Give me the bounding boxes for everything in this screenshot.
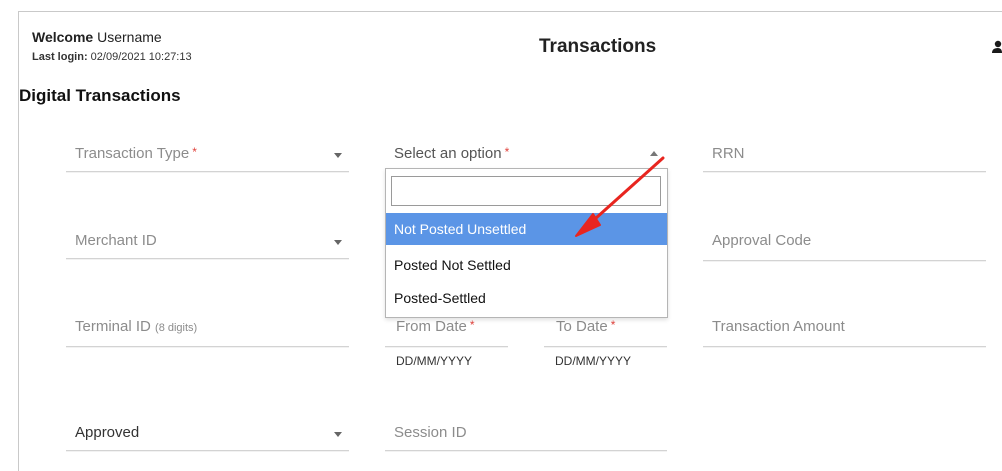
chevron-down-icon	[334, 432, 342, 437]
user-icon[interactable]	[992, 40, 1002, 59]
transaction-type-label: Transaction Type *	[75, 145, 197, 162]
page-title: Transactions	[539, 36, 657, 57]
red-arrow-annotation	[575, 156, 665, 237]
last-login-label: Last login:	[32, 51, 88, 63]
welcome-label: Welcome	[32, 29, 94, 45]
status-select-placeholder: Select an option *	[394, 145, 510, 162]
page-frame-top-border	[18, 11, 1002, 12]
last-login-value: 02/09/2021 10:27:13	[90, 51, 192, 63]
rrn-field[interactable]: RRN	[703, 139, 986, 172]
rrn-label: RRN	[712, 145, 745, 162]
dropdown-option[interactable]: Posted Not Settled	[386, 249, 667, 281]
merchant-id-select[interactable]: Merchant ID	[66, 226, 349, 259]
transaction-amount-label: Transaction Amount	[712, 318, 845, 335]
welcome-text: Welcome Username	[32, 29, 162, 45]
chevron-down-icon	[334, 240, 342, 245]
transaction-type-select[interactable]: Transaction Type *	[66, 139, 349, 172]
from-date-format-hint: DD/MM/YYYY	[396, 354, 473, 368]
merchant-id-label: Merchant ID	[75, 232, 157, 249]
to-date-format-hint: DD/MM/YYYY	[555, 354, 632, 368]
page-frame-left-border	[18, 11, 19, 471]
terminal-id-field[interactable]: Terminal ID (8 digits)	[66, 312, 349, 347]
transaction-amount-field[interactable]: Transaction Amount	[703, 312, 986, 347]
approval-code-label: Approval Code	[712, 232, 812, 249]
session-id-label: Session ID	[394, 424, 467, 441]
approval-code-field[interactable]: Approval Code	[703, 226, 986, 261]
session-id-field[interactable]: Session ID	[385, 418, 667, 451]
from-date-label: From Date *	[396, 318, 475, 335]
section-title: Digital Transactions	[19, 86, 181, 105]
chevron-down-icon	[334, 153, 342, 158]
approval-status-select[interactable]: Approved	[66, 418, 349, 451]
dropdown-option[interactable]: Posted-Settled	[386, 282, 667, 314]
to-date-label: To Date *	[556, 318, 616, 335]
username: Username	[97, 29, 162, 45]
terminal-id-label: Terminal ID (8 digits)	[75, 318, 198, 335]
approval-status-value: Approved	[75, 424, 140, 441]
last-login: Last login: 02/09/2021 10:27:13	[32, 51, 192, 63]
